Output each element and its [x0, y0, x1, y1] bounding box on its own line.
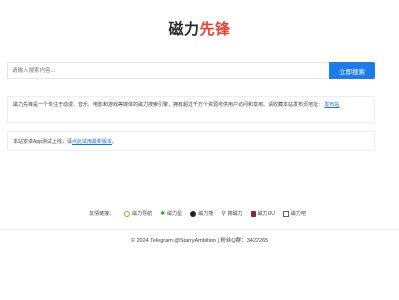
intro-text: 磁力先锋是一个专注于动漫、音乐、电影和游戏等媒体的磁力搜索引擎，拥有超过千万个资… — [13, 102, 324, 108]
panda-icon — [190, 210, 197, 217]
search-bar: 立即搜索 — [7, 62, 375, 79]
app-notice-card: 本站安卓App测试上线，请点此试用最新版本。 — [7, 131, 375, 151]
friend-links-label: 友情链接： — [89, 211, 115, 217]
friend-link-ciliba[interactable]: 磁力吧 — [282, 210, 306, 217]
friend-link-cilixiong[interactable]: 磁力熊 — [190, 210, 213, 217]
footer: © 2024 Telegram:@StarryAmbition | 粉丝Q群：3… — [0, 229, 399, 244]
friend-link-cilidaohang[interactable]: 磁力导航 — [124, 210, 152, 217]
friend-link-soucili[interactable]: ⚲ 搜磁力 — [221, 210, 243, 218]
footer-text: © 2024 Telegram:@StarryAmbition | 粉丝Q群：3… — [130, 238, 269, 244]
publish-site-link[interactable]: 发布站 — [324, 102, 339, 108]
compass-icon — [124, 210, 131, 217]
friend-link-label: 磁力导航 — [132, 211, 153, 217]
friend-link-label: 搜磁力 — [227, 211, 243, 217]
friend-link-ciliuu[interactable]: 磁力UU — [250, 210, 275, 217]
book-icon — [250, 210, 256, 217]
document-icon — [282, 210, 289, 217]
search-button[interactable]: 立即搜索 — [329, 62, 375, 79]
notice-text: 本站安卓App测试上线，请 — [13, 139, 72, 145]
friend-link-label: 磁力星 — [167, 211, 183, 217]
star-icon: ✱ — [160, 210, 166, 217]
friend-link-label: 磁力UU — [257, 211, 275, 217]
try-app-link[interactable]: 点此试用最新版本 — [72, 139, 112, 145]
friend-link-cilixing[interactable]: ✱ 磁力星 — [160, 210, 183, 218]
search-input[interactable] — [7, 62, 329, 79]
search-icon: ⚲ — [221, 210, 226, 217]
friend-link-label: 磁力熊 — [198, 211, 214, 217]
friend-link-label: 磁力吧 — [290, 211, 306, 217]
friend-links: 友情链接： 磁力导航 ✱ 磁力星 磁力熊 ⚲ 搜磁力 磁力UU 磁力吧 — [0, 210, 399, 217]
notice-suffix: 。 — [111, 139, 117, 145]
logo-text-part1: 磁力 — [168, 20, 200, 38]
intro-card: 磁力先锋是一个专注于动漫、音乐、电影和游戏等媒体的磁力搜索引擎，拥有超过千万个资… — [7, 96, 375, 123]
site-logo[interactable]: 磁力先锋 — [0, 18, 399, 39]
logo-text-part2: 先锋 — [199, 20, 231, 38]
